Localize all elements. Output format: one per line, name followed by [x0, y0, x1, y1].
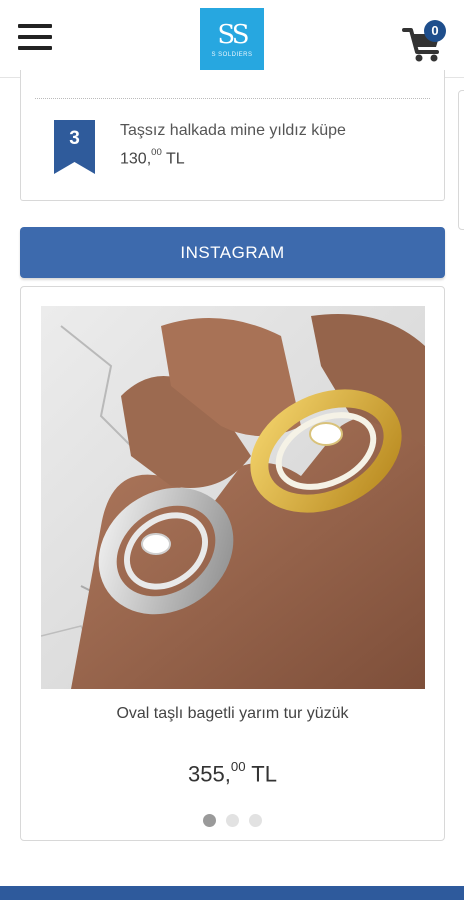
price-currency: TL [165, 150, 185, 168]
price-currency: TL [251, 761, 277, 787]
next-card-edge [458, 90, 464, 230]
instagram-section-header[interactable]: INSTAGRAM [20, 227, 445, 278]
logo-mark: SS [217, 20, 249, 50]
rank-ribbon-icon: 3 [54, 120, 95, 174]
price-main: 130, [120, 150, 152, 168]
cart-count-badge: 0 [424, 20, 446, 42]
divider [35, 98, 430, 99]
hamburger-menu-icon[interactable] [18, 22, 52, 52]
price-cents: 00 [230, 759, 246, 774]
price-cents: 00 [151, 147, 162, 158]
store-logo[interactable]: SS S SOLDIERS [200, 8, 264, 72]
shopping-cart-button[interactable]: 0 [402, 18, 448, 64]
carousel-dot[interactable] [226, 814, 239, 827]
best-sellers-card: 3 Taşsız halkada mine yıldız küpe 130,00… [20, 70, 445, 201]
carousel-dot[interactable] [203, 814, 216, 827]
instagram-product-slide[interactable]: Oval taşlı bagetli yarım tur yüzük 355,0… [20, 286, 445, 841]
product-photo[interactable] [41, 306, 425, 689]
carousel-dots [21, 814, 444, 832]
carousel-dot[interactable] [249, 814, 262, 827]
rank-number: 3 [69, 128, 80, 149]
footer-bar [0, 886, 464, 900]
logo-text: S SOLDIERS [211, 52, 253, 58]
slide-product-price: 355,00 TL [21, 759, 444, 787]
slide-product-title[interactable]: Oval taşlı bagetli yarım tur yüzük [21, 705, 444, 723]
list-item-title[interactable]: Taşsız halkada mine yıldız küpe [120, 122, 346, 140]
price-main: 355, [188, 761, 231, 787]
list-item-price: 130,00 TL [120, 147, 185, 168]
header: SS S SOLDIERS 0 [0, 0, 464, 78]
